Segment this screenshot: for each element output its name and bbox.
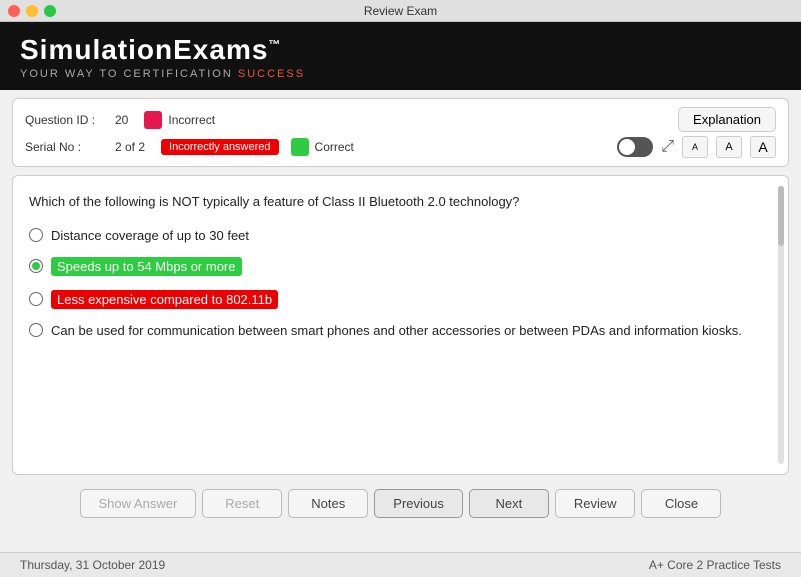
bottom-bar: Show Answer Reset Notes Previous Next Re… [12, 483, 789, 526]
radio-a[interactable] [29, 228, 43, 242]
question-id-value: 20 [115, 113, 128, 127]
window-controls[interactable] [8, 5, 56, 17]
option-d-text: Can be used for communication between sm… [51, 323, 742, 338]
question-text: Which of the following is NOT typically … [29, 192, 772, 212]
title-bar: Review Exam [0, 0, 801, 22]
main-content: Question ID : 20 Incorrect Explanation S… [0, 90, 801, 552]
footer: Thursday, 31 October 2019 A+ Core 2 Prac… [0, 552, 801, 577]
option-d[interactable]: Can be used for communication between sm… [29, 323, 772, 338]
serial-no-row: Serial No : 2 of 2 Incorrectly answered … [25, 136, 776, 158]
review-button[interactable]: Review [555, 489, 636, 518]
font-small-button[interactable]: A [682, 136, 708, 158]
brand-title: SimulationExams™ [20, 34, 281, 66]
option-b-text: Speeds up to 54 Mbps or more [51, 257, 242, 276]
question-id-row: Question ID : 20 Incorrect Explanation [25, 107, 776, 132]
previous-button[interactable]: Previous [374, 489, 463, 518]
font-medium-button[interactable]: A [716, 136, 742, 158]
show-answer-button[interactable]: Show Answer [80, 489, 197, 518]
option-c[interactable]: Less expensive compared to 802.11b [29, 290, 772, 309]
question-id-label: Question ID : [25, 113, 115, 127]
maximize-window-button[interactable] [44, 5, 56, 17]
option-a-text: Distance coverage of up to 30 feet [51, 228, 249, 243]
radio-c[interactable] [29, 292, 43, 306]
toggle-switch[interactable] [617, 137, 653, 157]
correct-label: Correct [315, 140, 354, 154]
close-window-button[interactable] [8, 5, 20, 17]
correct-color-dot [291, 138, 309, 156]
window-title: Review Exam [364, 4, 437, 18]
incorrect-label: Incorrect [168, 113, 215, 127]
incorrect-color-dot [144, 111, 162, 129]
toggle-knob [619, 139, 635, 155]
scrollbar-thumb[interactable] [778, 186, 784, 246]
question-area: Which of the following is NOT typically … [12, 175, 789, 475]
serial-no-label: Serial No : [25, 140, 115, 154]
next-button[interactable]: Next [469, 489, 549, 518]
radio-b-fill [32, 262, 40, 270]
font-large-button[interactable]: A [750, 136, 776, 158]
option-a[interactable]: Distance coverage of up to 30 feet [29, 228, 772, 243]
brand-subtitle: YOUR WAY TO CERTIFICATION SUCCESS [20, 68, 305, 80]
incorrectly-answered-badge: Incorrectly answered [161, 139, 279, 155]
brand-header: SimulationExams™ YOUR WAY TO CERTIFICATI… [0, 22, 801, 90]
footer-product: A+ Core 2 Practice Tests [649, 558, 781, 572]
fullscreen-icon[interactable]: ⤢ [661, 138, 674, 156]
reset-button[interactable]: Reset [202, 489, 282, 518]
serial-no-value: 2 of 2 [115, 140, 145, 154]
right-controls: ⤢ A A A [617, 136, 776, 158]
close-button[interactable]: Close [641, 489, 721, 518]
radio-b[interactable] [29, 259, 43, 273]
footer-date: Thursday, 31 October 2019 [20, 558, 165, 572]
info-bar: Question ID : 20 Incorrect Explanation S… [12, 98, 789, 167]
minimize-window-button[interactable] [26, 5, 38, 17]
radio-d[interactable] [29, 323, 43, 337]
option-c-text: Less expensive compared to 802.11b [51, 290, 278, 309]
notes-button[interactable]: Notes [288, 489, 368, 518]
scrollbar-track[interactable] [778, 186, 784, 464]
option-b[interactable]: Speeds up to 54 Mbps or more [29, 257, 772, 276]
explanation-button[interactable]: Explanation [678, 107, 776, 132]
